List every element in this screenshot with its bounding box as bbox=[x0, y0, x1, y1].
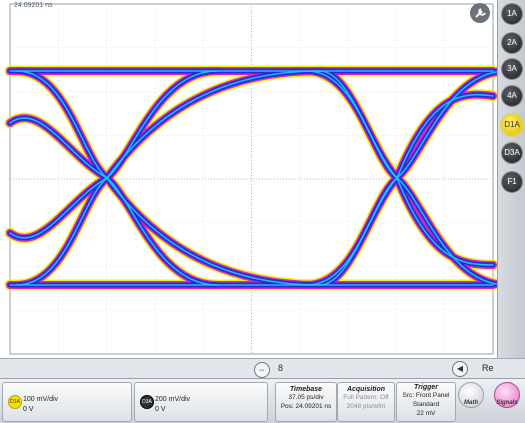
channel-button-panel: 1A 2A 3A 4A D1A D3A F1 bbox=[497, 0, 525, 358]
chevron-left-icon[interactable]: ◀ bbox=[452, 361, 468, 377]
timebase-position: Pos: 24.09201 ns bbox=[280, 403, 332, 410]
channel-button-4a[interactable]: 4A bbox=[502, 86, 522, 106]
signals-label: Signals bbox=[496, 400, 518, 406]
channel-d1a-readout[interactable]: D1A 100 mV/div 0 V bbox=[2, 382, 132, 422]
timestamp-label: 24.09201 ns bbox=[14, 2, 53, 9]
acquisition-box[interactable]: Acquisition Full Pattern: Off 2048 pts/w… bbox=[337, 382, 395, 422]
trigger-level: 22 mV bbox=[416, 410, 436, 417]
acquisition-points: 2048 pts/wfm bbox=[346, 403, 386, 410]
ch2-scale: 200 mV/div bbox=[155, 396, 191, 403]
trigger-mode: Standard bbox=[412, 401, 440, 408]
ch2-offset: 0 V bbox=[155, 406, 166, 413]
math-button[interactable]: Math bbox=[458, 382, 484, 416]
eye-trace bbox=[319, 177, 398, 286]
ch1-scale: 100 mV/div bbox=[23, 396, 59, 403]
acquisition-pattern: Full Pattern: Off bbox=[343, 394, 389, 401]
channel-button-2a[interactable]: 2A bbox=[502, 33, 522, 53]
math-label: Math bbox=[464, 400, 478, 406]
channel-button-3a[interactable]: 3A bbox=[502, 59, 522, 79]
status-bar: D1A 100 mV/div 0 V D3A 200 mV/div 0 V Ti… bbox=[0, 378, 525, 423]
trigger-source: Src: Front Panel bbox=[402, 392, 450, 399]
timebase-title: Timebase bbox=[289, 386, 323, 393]
center-view-button[interactable]: ⇔ bbox=[254, 362, 270, 378]
signals-button[interactable]: Signals bbox=[494, 382, 520, 416]
horizontal-scroll-bar[interactable]: ⇔ 8 bbox=[0, 358, 497, 379]
ch1-offset: 0 V bbox=[23, 406, 34, 413]
results-label: Re bbox=[482, 363, 494, 373]
channel-badge-d1a: D1A bbox=[8, 395, 22, 409]
zoom-indicator: 8 bbox=[278, 363, 284, 373]
results-panel-toggle[interactable]: ◀ Re bbox=[452, 361, 525, 377]
wrench-icon[interactable] bbox=[468, 2, 492, 24]
channel-button-f1[interactable]: F1 bbox=[502, 172, 522, 192]
eye-trace bbox=[319, 70, 398, 179]
channel-button-1a[interactable]: 1A bbox=[502, 4, 522, 24]
timebase-scale: 37.05 ps/div bbox=[288, 394, 324, 401]
timebase-box[interactable]: Timebase 37.05 ps/div Pos: 24.09201 ns bbox=[275, 382, 337, 422]
eye-diagram bbox=[4, 3, 497, 355]
waveform-display[interactable]: 24.09201 ns bbox=[0, 0, 497, 358]
channel-button-d1a[interactable]: D1A bbox=[502, 115, 522, 135]
channel-d3a-readout[interactable]: D3A 200 mV/div 0 V bbox=[134, 382, 268, 422]
channel-badge-d3a: D3A bbox=[140, 395, 154, 409]
eye-trace bbox=[303, 68, 497, 289]
channel-button-d3a[interactable]: D3A bbox=[502, 143, 522, 163]
trigger-title: Trigger bbox=[414, 384, 438, 391]
trigger-box[interactable]: Trigger Src: Front Panel Standard 22 mV bbox=[396, 382, 456, 422]
acquisition-title: Acquisition bbox=[346, 386, 386, 393]
